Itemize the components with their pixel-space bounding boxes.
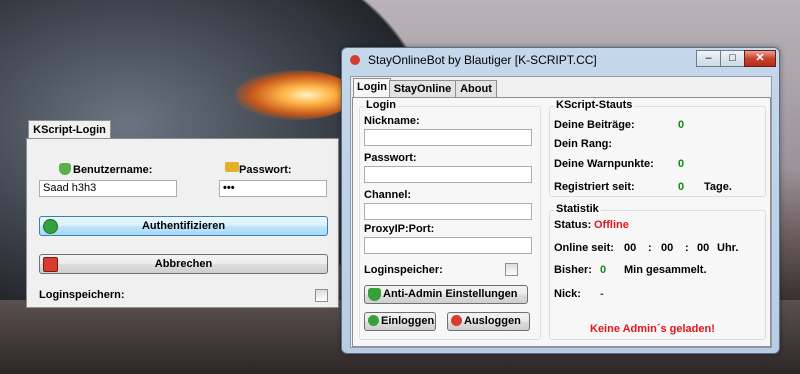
- remember-checkbox-bot[interactable]: [505, 263, 518, 276]
- app-icon: [350, 55, 360, 65]
- kscript-login-dialog: KScript-Login Benutzername: Passwort: Sa…: [26, 118, 339, 308]
- remember-checkbox[interactable]: [315, 289, 328, 302]
- remember-label: Loginspeichern:: [39, 289, 125, 301]
- tab-kscript-login[interactable]: KScript-Login: [28, 120, 111, 139]
- login-tab-panel: Login Nickname: Passwort: Channel: Proxy…: [352, 97, 771, 347]
- stats-group-title: Statistik: [554, 203, 601, 215]
- collected-value: 0: [600, 264, 607, 276]
- posts-value: 0: [678, 119, 685, 131]
- warn-label: Deine Warnpunkte:: [554, 158, 654, 170]
- close-button[interactable]: ✕: [744, 50, 776, 67]
- channel-label: Channel:: [364, 189, 412, 201]
- maximize-button[interactable]: □: [720, 50, 745, 67]
- nickname-label: Nickname:: [364, 115, 420, 127]
- anti-admin-button[interactable]: Anti-Admin Einstellungen: [364, 285, 528, 304]
- logout-button[interactable]: Ausloggen: [447, 312, 530, 331]
- online-seconds: 00: [697, 242, 710, 254]
- user-icon: [59, 163, 71, 175]
- online-minutes: 00: [661, 242, 674, 254]
- authenticate-button[interactable]: Authentifizieren: [39, 216, 328, 236]
- online-sep-1: :: [648, 242, 652, 254]
- nick-value: -: [600, 288, 604, 300]
- online-hours: 00: [624, 242, 637, 254]
- proxy-label: ProxyIP:Port:: [364, 223, 435, 235]
- cancel-button[interactable]: Abbrechen: [39, 254, 328, 274]
- username-label: Benutzername:: [73, 164, 153, 176]
- kscript-status-group: KScript-Stauts Deine Beiträge: 0 Dein Ra…: [549, 99, 766, 197]
- login-button-label: Einloggen: [381, 315, 435, 327]
- login-group-title: Login: [364, 99, 398, 111]
- status-group-title: KScript-Stauts: [554, 99, 635, 111]
- rank-label: Dein Rang:: [554, 138, 613, 150]
- admin-message: Keine Admin´s geladen!: [590, 323, 715, 335]
- proxy-field[interactable]: [364, 237, 532, 254]
- logout-icon: [451, 315, 462, 326]
- check-icon: [43, 219, 58, 234]
- password-label: Passwort:: [239, 164, 292, 176]
- login-icon: [368, 315, 379, 326]
- password-field-bot[interactable]: [364, 166, 532, 183]
- window-client: Login StayOnline About Login Nickname: P…: [350, 76, 772, 348]
- window-title: StayOnlineBot by Blautiger [K-SCRIPT.CC]: [368, 53, 597, 67]
- anti-admin-label: Anti-Admin Einstellungen: [383, 288, 518, 300]
- collected-unit: Min gesammelt.: [624, 264, 707, 276]
- registered-unit: Tage.: [704, 181, 732, 193]
- cancel-label: Abbrechen: [154, 258, 213, 270]
- login-panel: Benutzername: Passwort: Saad h3h3 ••• Au…: [26, 138, 339, 308]
- username-field[interactable]: Saad h3h3: [39, 180, 177, 197]
- stayonlinebot-window: StayOnlineBot by Blautiger [K-SCRIPT.CC]…: [341, 47, 780, 354]
- channel-field[interactable]: [364, 203, 532, 220]
- shield-icon: [368, 288, 381, 301]
- tab-about[interactable]: About: [455, 80, 497, 97]
- cancel-icon: [43, 257, 58, 272]
- online-sep-2: :: [685, 242, 689, 254]
- status-label: Status:: [554, 219, 592, 231]
- login-group: Login Nickname: Passwort: Channel: Proxy…: [359, 99, 541, 340]
- login-button[interactable]: Einloggen: [364, 312, 436, 331]
- nick-label: Nick:: [554, 288, 581, 300]
- password-label-bot: Passwort:: [364, 152, 417, 164]
- minimize-button[interactable]: –: [696, 50, 721, 67]
- registered-value: 0: [678, 181, 685, 193]
- remember-label-bot: Loginspeicher:: [364, 264, 443, 276]
- warn-value: 0: [678, 158, 685, 170]
- key-icon: [225, 162, 239, 172]
- tab-login[interactable]: Login: [353, 78, 391, 98]
- registered-label: Registriert seit:: [554, 181, 635, 193]
- car-headlight: [235, 70, 355, 120]
- status-value: Offline: [594, 219, 629, 231]
- tab-stayonline[interactable]: StayOnline: [389, 80, 456, 97]
- password-field[interactable]: •••: [219, 180, 327, 197]
- online-since-label: Online seit:: [554, 242, 614, 254]
- collected-label: Bisher:: [554, 264, 592, 276]
- online-unit: Uhr.: [717, 242, 739, 254]
- posts-label: Deine Beiträge:: [554, 119, 635, 131]
- nickname-field[interactable]: [364, 129, 532, 146]
- logout-button-label: Ausloggen: [464, 315, 521, 327]
- authenticate-label: Authentifizieren: [141, 220, 226, 232]
- statistics-group: Statistik Status: Offline Online seit: 0…: [549, 203, 766, 340]
